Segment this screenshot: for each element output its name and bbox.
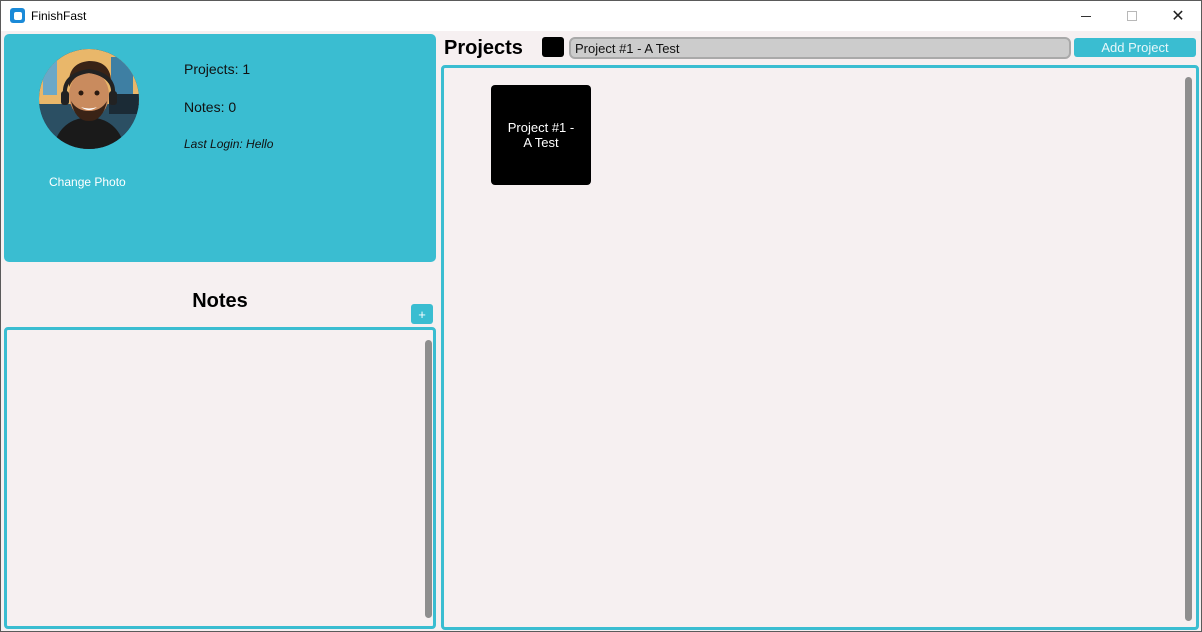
notes-title: Notes [192,290,248,312]
project-tile-label: Project #1 - A Test [507,120,575,150]
app-window: FinishFast ✕ Change Photo Projects: 1 No… [0,0,1202,632]
add-note-button[interactable]: + [411,304,433,324]
add-project-button[interactable]: Add Project [1074,38,1196,57]
project-name-input[interactable] [569,37,1071,59]
maximize-button[interactable] [1109,1,1155,31]
profile-card: Change Photo Projects: 1 Notes: 0 Last L… [4,34,436,262]
notes-scrollbar[interactable] [425,340,432,618]
projects-count-label: Projects: 1 [184,61,251,77]
close-button[interactable]: ✕ [1155,1,1201,31]
project-color-picker[interactable] [542,37,564,57]
notes-list-panel[interactable] [4,327,436,629]
change-photo-button[interactable]: Change Photo [49,175,126,189]
close-icon: ✕ [1171,6,1185,25]
projects-title: Projects [444,37,523,59]
projects-panel: Project #1 - A Test [441,65,1199,630]
app-icon [10,8,25,23]
avatar-image [39,49,139,149]
maximize-icon [1127,11,1137,21]
minimize-icon [1081,15,1091,17]
minimize-button[interactable] [1063,1,1109,31]
projects-scrollbar[interactable] [1185,77,1192,621]
window-title: FinishFast [31,9,87,23]
project-tile[interactable]: Project #1 - A Test [491,85,591,185]
title-bar: FinishFast ✕ [1,1,1201,31]
notes-count-label: Notes: 0 [184,99,237,115]
last-login-label: Last Login: Hello [184,137,274,151]
avatar [39,49,139,149]
